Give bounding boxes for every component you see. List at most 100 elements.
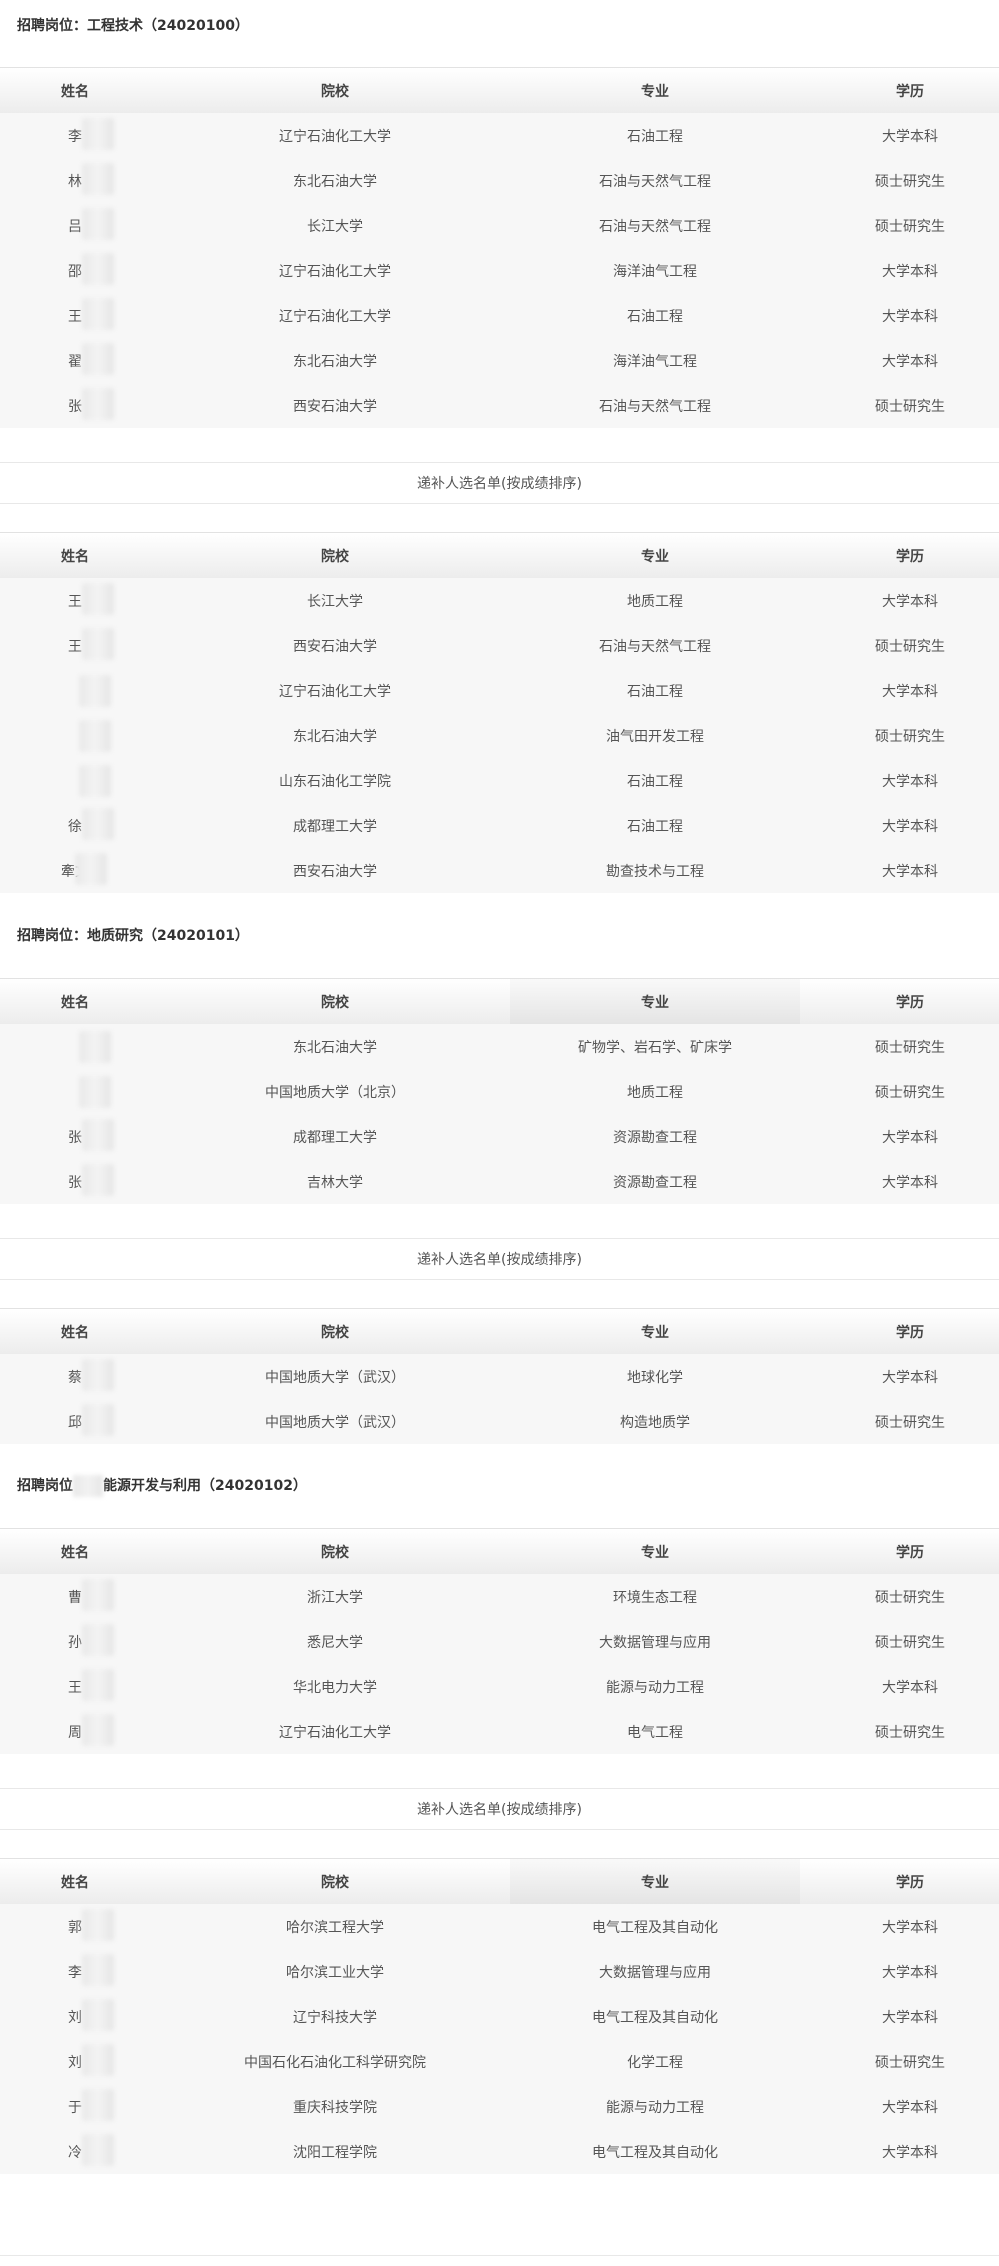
name-cell: 牽文 [10,848,140,893]
major-cell: 能源与动力工程 [606,2099,704,2116]
table-row: 张 吉林大学 资源勘查工程 大学本科 [0,1159,999,1204]
major-cell: 构造地质学 [620,1414,690,1431]
school-cell: 辽宁石油化工大学 [279,263,391,280]
header-cell: 院校 [321,549,349,565]
name-cell [10,1069,140,1114]
table-header: 姓名 院校 专业 学历 [0,1308,999,1355]
header-cell: 学历 [896,549,924,565]
table-header: 姓名 院校 专业 学历 [0,1528,999,1575]
name-cell: 邱 [10,1399,140,1444]
name-privacy-mask [82,807,114,840]
major-cell: 电气工程及其自动化 [592,2009,718,2026]
name-text: 王 [68,297,114,330]
name-text [65,719,111,752]
major-cell: 石油与天然气工程 [599,638,711,655]
header-cell: 姓名 [61,549,89,565]
table-row: 王 华北电力大学 能源与动力工程 大学本科 [0,1664,999,1709]
table-row: 山东石油化工学院 石油工程 大学本科 [0,758,999,803]
school-cell: 成都理工大学 [293,1129,377,1146]
name-text: 张 [68,1163,114,1196]
school-cell: 长江大学 [307,593,363,610]
major-cell: 地质工程 [627,593,683,610]
major-cell: 石油工程 [627,128,683,145]
school-cell: 西安石油大学 [293,398,377,415]
name-privacy-mask [82,1713,114,1746]
table-row: 中国地质大学（北京） 地质工程 硕士研究生 [0,1069,999,1114]
degree-cell: 硕士研究生 [875,638,945,655]
header-cell: 专业 [641,84,669,100]
section-title-suffix: 能源开发与利用（24020102） [103,1478,307,1494]
table-body: 蔡中国地质大学（武汉） 地球化学 大学本科邱中国地质大学（武汉） 构造地质学 硕士研究生 [0,1354,999,1444]
name-text: 徐 [68,807,114,840]
header-cell: 姓名 [61,84,89,100]
school-cell: 辽宁石油化工大学 [279,683,391,700]
major-cell: 地球化学 [627,1369,683,1386]
table-row: 吕 长江大学 石油与天然气工程 硕士研究生 [0,203,999,248]
school-cell: 西安石油大学 [293,638,377,655]
name-cell: 王 [10,293,140,338]
table-row: 翟 东北石油大学 海洋油气工程 大学本科 [0,338,999,383]
table-body: 王长江大学 地质工程 大学本科王西安石油大学 石油与天然气工程 硕士研究生 辽宁石油化工大… [0,578,999,893]
school-cell: 浙江大学 [307,1589,363,1606]
name-privacy-mask [75,852,107,885]
school-cell: 辽宁石油化工大学 [279,308,391,325]
name-text: 牽文 [61,852,107,885]
section-title: 招聘岗位 能源开发与利用（24020102） [17,1475,307,1497]
name-cell: 张 [10,1114,140,1159]
major-cell: 化学工程 [627,2054,683,2071]
name-text: 孙 [68,1623,114,1656]
major-cell: 油气田开发工程 [606,728,704,745]
name-privacy-mask [82,627,114,660]
name-text: 张 [68,1118,114,1151]
name-text: 翟 [68,342,114,375]
table-row: 孙 悉尼大学 大数据管理与应用 硕士研究生 [0,1619,999,1664]
name-privacy-mask [79,674,111,707]
table-row: 邵 辽宁石油化工大学 海洋油气工程 大学本科 [0,248,999,293]
school-cell: 东北石油大学 [293,353,377,370]
table-header: 姓名 院校 专业 学历 [0,67,999,114]
table-body: 李辽宁石油化工大学 石油工程 大学本科林东北石油大学 石油与天然气工程 硕士研究生吕长江… [0,113,999,428]
degree-cell: 大学本科 [882,2144,938,2161]
name-text: 王 [68,582,114,615]
school-cell: 哈尔滨工业大学 [286,1964,384,1981]
name-privacy-mask [82,1623,114,1656]
name-cell: 李 [10,1949,140,1994]
major-cell: 石油工程 [627,773,683,790]
degree-cell: 大学本科 [882,863,938,880]
header-cell: 姓名 [61,1545,89,1561]
name-cell: 刘 [10,1994,140,2039]
major-cell: 大数据管理与应用 [599,1964,711,1981]
table-row: 牽文 西安石油大学 勘查技术与工程 大学本科 [0,848,999,893]
school-cell: 西安石油大学 [293,863,377,880]
major-cell: 矿物学、岩石学、矿床学 [578,1039,732,1056]
header-cell: 专业 [510,979,800,1025]
table-row: 王 西安石油大学 石油与天然气工程 硕士研究生 [0,623,999,668]
major-cell: 电气工程 [627,1724,683,1741]
name-text [65,674,111,707]
major-cell: 能源与动力工程 [606,1679,704,1696]
name-text: 李 [68,1953,114,1986]
name-text: 王 [68,627,114,660]
name-text: 林 [68,162,114,195]
header-cell: 院校 [321,84,349,100]
name-text [65,764,111,797]
header-cell: 院校 [321,1875,349,1891]
header-cell: 专业 [641,1545,669,1561]
name-privacy-mask [79,1030,111,1063]
name-privacy-mask [79,719,111,752]
name-text: 刘 [68,1998,114,2031]
school-cell: 长江大学 [307,218,363,235]
name-cell: 郭 [10,1904,140,1949]
table-row: 王 辽宁石油化工大学 石油工程 大学本科 [0,293,999,338]
major-cell: 资源勘查工程 [613,1174,697,1191]
name-privacy-mask [82,162,114,195]
header-cell: 学历 [896,995,924,1011]
table-row: 东北石油大学 油气田开发工程 硕士研究生 [0,713,999,758]
table-header: 姓名 院校 专业 学历 [0,1858,999,1905]
degree-cell: 大学本科 [882,353,938,370]
school-cell: 沈阳工程学院 [293,2144,377,2161]
major-cell: 电气工程及其自动化 [592,1919,718,1936]
name-privacy-mask [82,387,114,420]
school-cell: 中国地质大学（武汉） [265,1369,405,1386]
name-text: 李 [68,117,114,150]
